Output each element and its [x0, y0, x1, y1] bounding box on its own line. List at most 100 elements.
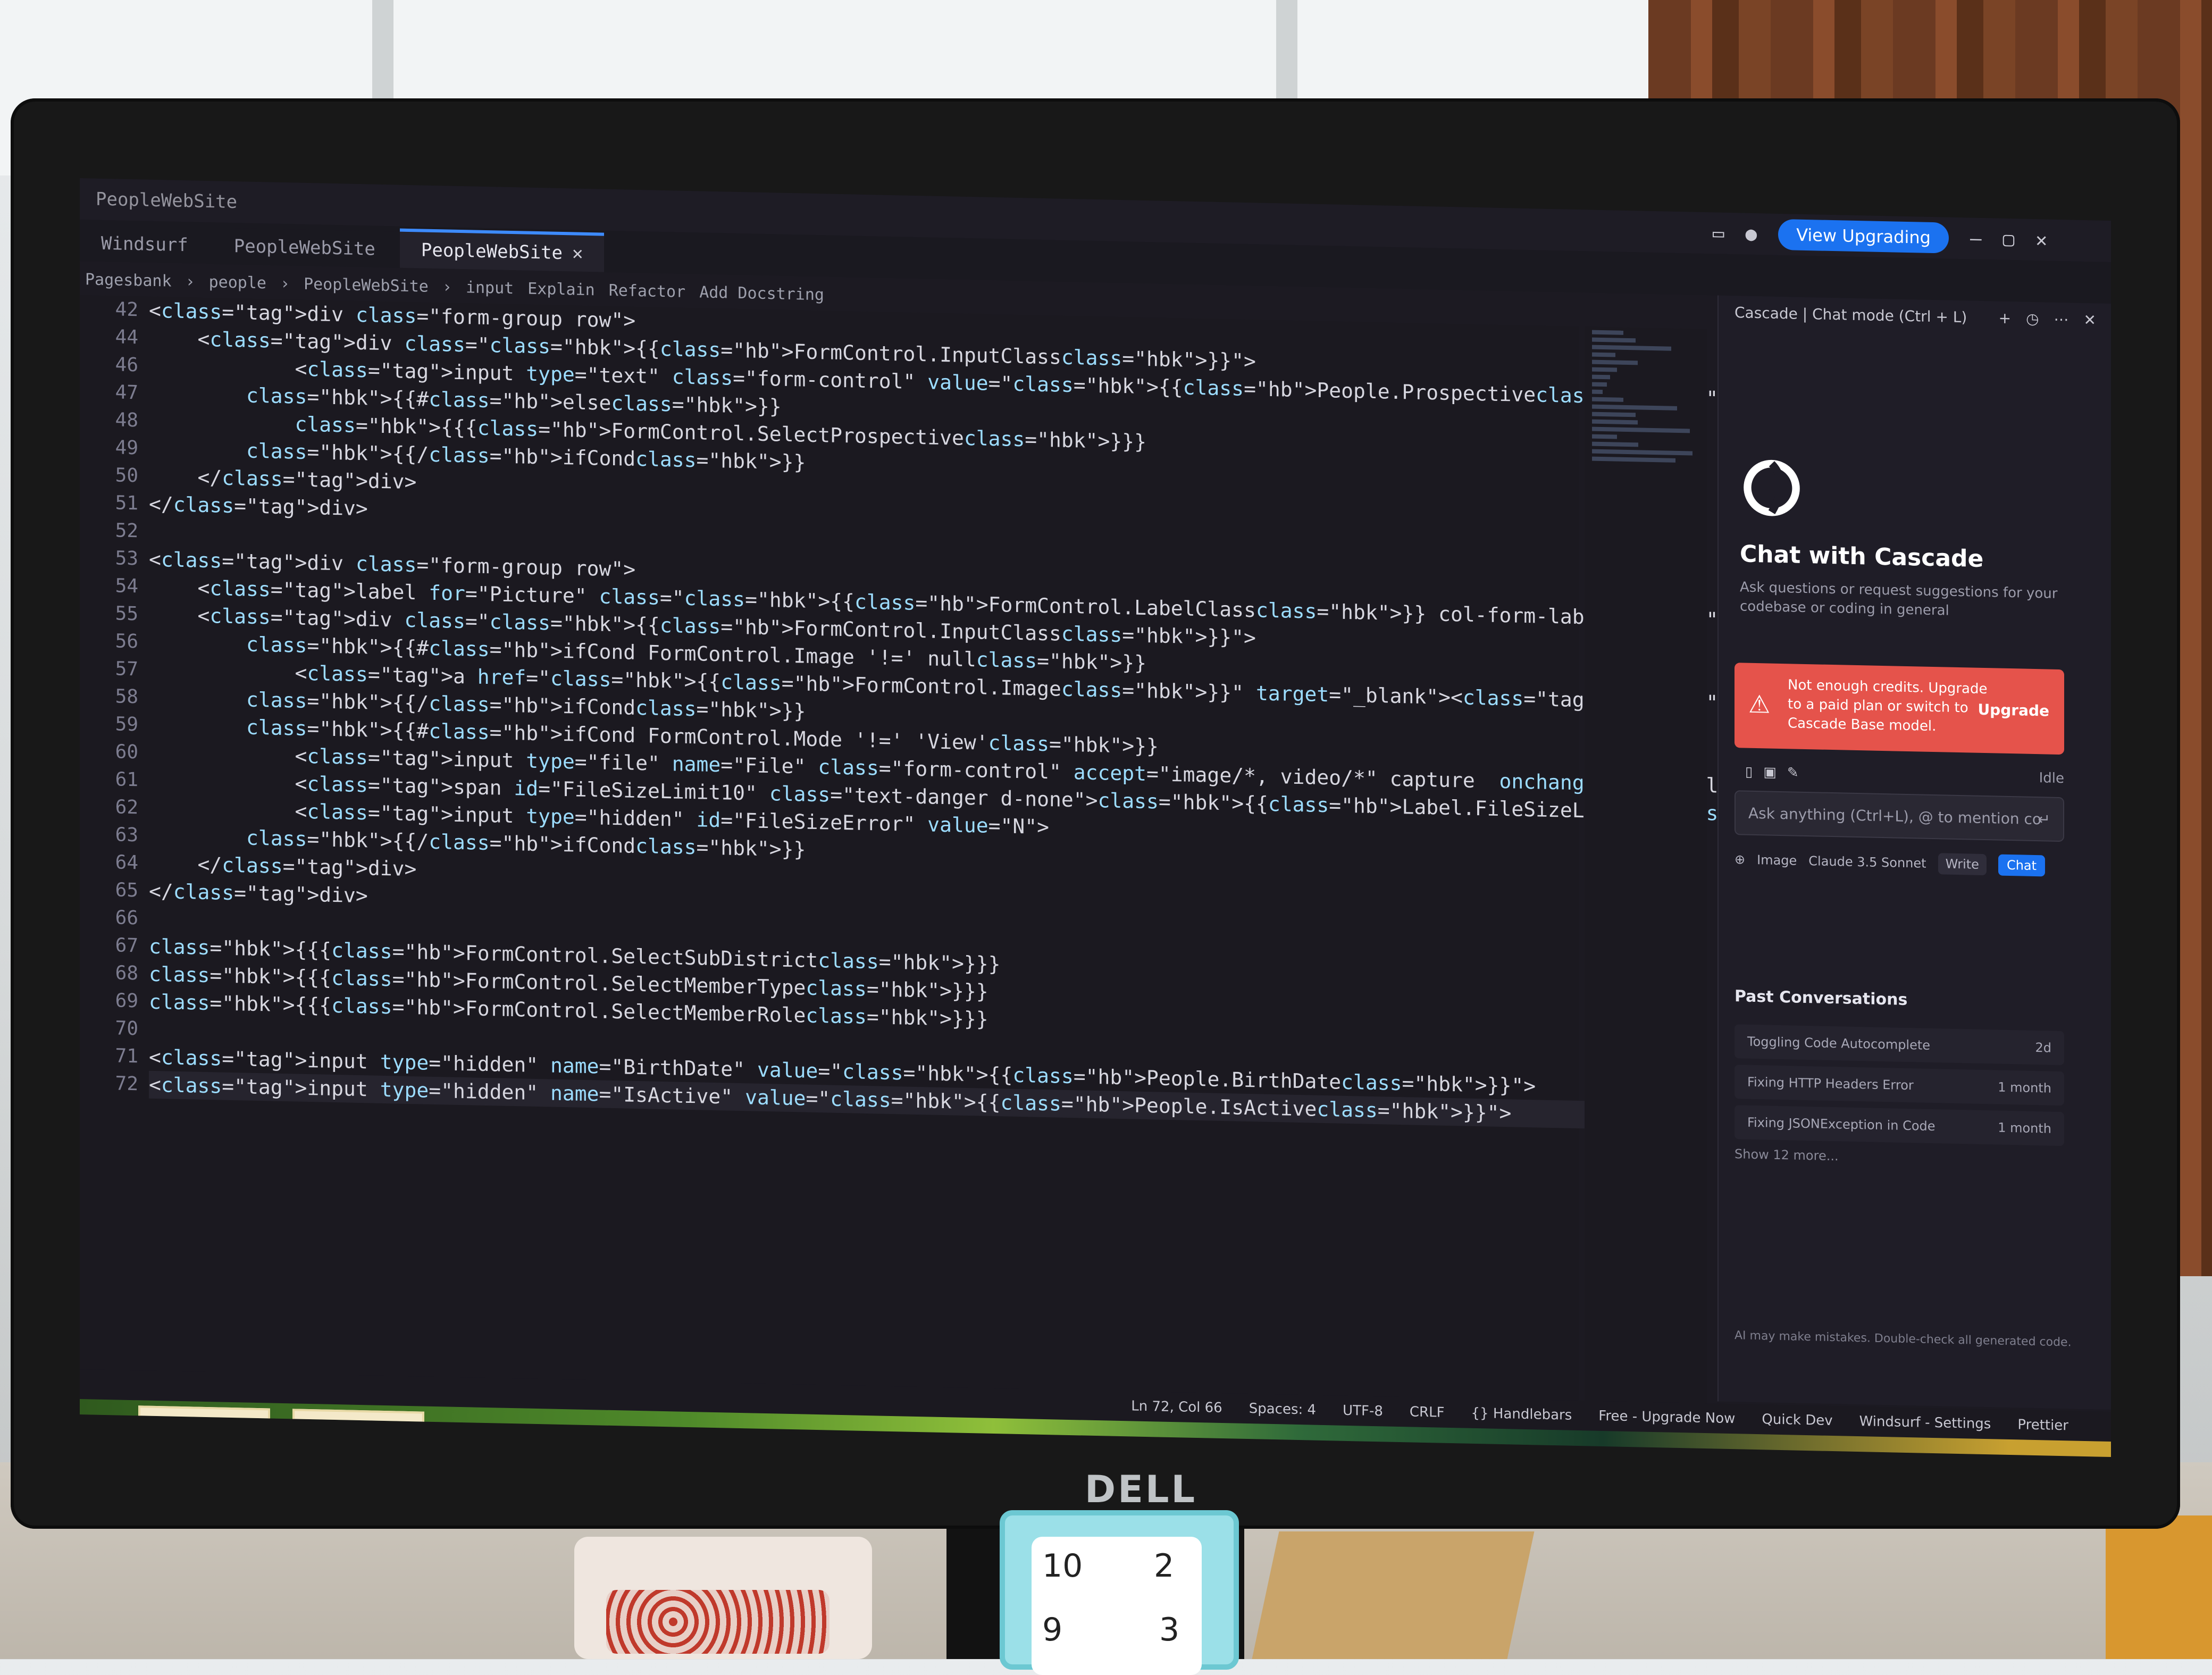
- line-number: 60: [115, 741, 138, 764]
- orange-box: [2106, 1515, 2212, 1659]
- minimap-line: [1592, 426, 1690, 433]
- more-icon[interactable]: ⋯: [2054, 310, 2069, 328]
- line-number: 62: [115, 796, 138, 819]
- file-icon[interactable]: ▯: [1745, 764, 1753, 780]
- clock-face: 10 2 9 3: [1032, 1537, 1202, 1675]
- tab-people-website[interactable]: PeopleWebSite: [212, 228, 397, 268]
- minimap-line: [1592, 441, 1639, 447]
- breadcrumb-item[interactable]: people: [209, 273, 266, 292]
- line-number: 49: [115, 437, 138, 459]
- alert-message: Not enough credits. Upgrade to a paid pl…: [1788, 677, 1988, 735]
- status-item[interactable]: Prettier: [2017, 1417, 2068, 1434]
- ai-disclaimer: AI may make mistakes. Double-check all g…: [1735, 1329, 2072, 1350]
- line-number: 58: [115, 685, 138, 708]
- minimize-icon[interactable]: —: [1970, 228, 1982, 249]
- status-item[interactable]: CRLF: [1410, 1404, 1445, 1420]
- cardboard-box: [1252, 1531, 1535, 1659]
- line-number: 65: [115, 879, 138, 902]
- desk-clock: 10 2 9 3: [1000, 1510, 1239, 1675]
- tab-windsurf[interactable]: Windsurf: [80, 225, 210, 264]
- mode-chat-button[interactable]: Chat: [1998, 854, 2046, 877]
- conversation-title: Fixing JSONException in Code: [1747, 1115, 1936, 1134]
- chevron-right-icon: ›: [280, 274, 290, 293]
- add-docstring-lens[interactable]: Add Docstring: [699, 283, 824, 304]
- status-item[interactable]: {} Handlebars: [1471, 1405, 1572, 1423]
- line-number: 69: [115, 990, 138, 1012]
- show-more-link[interactable]: Show 12 more...: [1735, 1146, 1839, 1163]
- input-tools: ▯ ▣ ✎ Idle: [1745, 759, 2064, 792]
- chevron-right-icon: ›: [442, 277, 452, 297]
- line-number: 54: [115, 575, 138, 598]
- status-item[interactable]: Quick Dev: [1762, 1411, 1832, 1429]
- conversation-time: 1 month: [1998, 1079, 2051, 1096]
- clock-number: 10: [1042, 1547, 1083, 1585]
- cascade-logo-icon: [1744, 459, 1800, 516]
- line-number: 47: [115, 381, 138, 404]
- maximize-icon[interactable]: ▢: [2003, 228, 2015, 250]
- chat-input[interactable]: Ask anything (Ctrl+L), @ to mention co ↵: [1735, 790, 2064, 842]
- at-icon[interactable]: ⊕: [1735, 852, 1745, 867]
- upgrade-link[interactable]: Upgrade: [1978, 701, 2049, 720]
- breadcrumb-item[interactable]: Pagesbank: [85, 270, 172, 290]
- close-icon[interactable]: ✕: [2084, 311, 2096, 328]
- tab-people-website-active[interactable]: PeopleWebSite ✕: [399, 228, 605, 272]
- account-icon[interactable]: ●: [1746, 223, 1757, 245]
- line-number: 46: [115, 354, 138, 376]
- line-number: 57: [115, 658, 138, 681]
- enter-icon[interactable]: ↵: [2038, 810, 2050, 828]
- upgrade-button[interactable]: View Upgrading: [1778, 219, 1949, 254]
- tab-label: PeopleWebSite: [421, 239, 563, 264]
- line-number: 61: [115, 768, 138, 791]
- close-icon[interactable]: ✕: [2035, 229, 2047, 251]
- chat-title: Chat with Cascade: [1740, 540, 1984, 573]
- model-selector[interactable]: Claude 3.5 Sonnet: [1808, 853, 1926, 871]
- line-number: 70: [115, 1017, 138, 1040]
- status-item[interactable]: Free - Upgrade Now: [1598, 1408, 1735, 1427]
- cascade-panel: Cascade | Chat mode (Ctrl + L) + ◷ ⋯ ✕ C…: [1717, 295, 2111, 1410]
- code-area[interactable]: <class="tag">div class="form-group row">…: [149, 297, 2111, 1129]
- minimap-line: [1592, 359, 1638, 365]
- image-button[interactable]: Image: [1757, 852, 1797, 868]
- clock-number: 9: [1042, 1611, 1063, 1648]
- status-item[interactable]: Ln 72, Col 66: [1131, 1398, 1222, 1416]
- window-title: PeopleWebSite: [96, 188, 238, 213]
- dell-logo: DELL: [1085, 1468, 1197, 1511]
- clock-number: 2: [1154, 1547, 1175, 1585]
- code-editor[interactable]: 42 44 46 47 48 49 50 51 52 53 54 55 56 57 58 59 60 61 62 63…: [80, 295, 2111, 1401]
- minimap-line: [1592, 352, 1615, 357]
- line-number: 67: [115, 934, 138, 957]
- plus-icon[interactable]: +: [1999, 309, 2011, 326]
- conversation-title: Toggling Code Autocomplete: [1747, 1034, 1931, 1053]
- line-number: 53: [115, 547, 138, 570]
- explain-lens[interactable]: Explain: [527, 279, 594, 299]
- breadcrumb-item[interactable]: PeopleWebSite: [304, 274, 429, 296]
- conversation-item[interactable]: Fixing HTTP Headers Error 1 month: [1735, 1065, 2064, 1106]
- line-number: 56: [115, 630, 138, 653]
- rubber-bands: [606, 1590, 830, 1654]
- line-number: 55: [115, 602, 138, 625]
- history-icon[interactable]: ◷: [2026, 309, 2039, 328]
- warning-icon: ⚠: [1748, 689, 1771, 719]
- status-item[interactable]: UTF-8: [1343, 1403, 1383, 1420]
- minimap-line: [1592, 412, 1636, 417]
- line-number: 68: [115, 962, 138, 985]
- minimap-line: [1592, 397, 1624, 402]
- line-number: 42: [115, 298, 138, 321]
- minimap-line: [1592, 345, 1671, 351]
- layout-icon[interactable]: ▭: [1713, 222, 1724, 244]
- close-icon[interactable]: ✕: [572, 242, 583, 264]
- conversation-item[interactable]: Fixing JSONException in Code 1 month: [1735, 1105, 2064, 1146]
- wrench-icon[interactable]: ✎: [1787, 765, 1799, 781]
- mode-write-button[interactable]: Write: [1938, 853, 1987, 876]
- minimap-line: [1592, 456, 1676, 463]
- breadcrumb-item[interactable]: input: [466, 278, 514, 298]
- conversation-item[interactable]: Toggling Code Autocomplete 2d: [1735, 1024, 2064, 1066]
- refactor-lens[interactable]: Refactor: [609, 281, 686, 301]
- conversation-time: 2d: [2035, 1040, 2051, 1056]
- minimap[interactable]: [1585, 326, 1707, 1404]
- status-item[interactable]: Spaces: 4: [1249, 1401, 1316, 1418]
- status-item[interactable]: Windsurf - Settings: [1859, 1413, 1991, 1432]
- image-icon[interactable]: ▣: [1763, 764, 1777, 781]
- chat-subtitle: Ask questions or request suggestions for…: [1740, 579, 2058, 619]
- credits-alert: ⚠ Not enough credits. Upgrade to a paid …: [1735, 663, 2064, 755]
